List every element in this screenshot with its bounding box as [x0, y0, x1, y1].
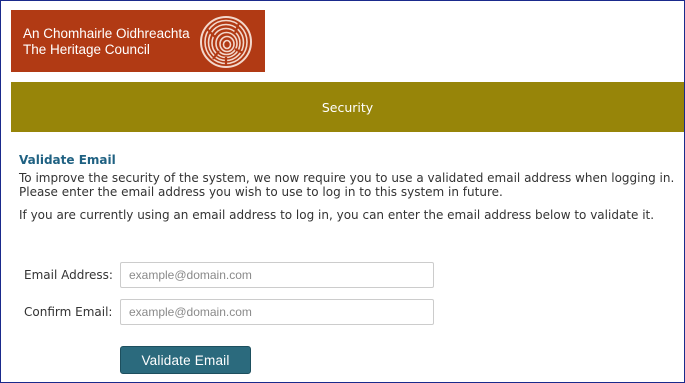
email-label: Email Address: [24, 268, 113, 282]
intro-line-2: Please enter the email address you wish … [19, 185, 503, 199]
confirm-email-row: Confirm Email: [24, 299, 434, 325]
confirm-email-label: Confirm Email: [24, 305, 113, 319]
email-field[interactable] [120, 262, 434, 288]
instruction-paragraph: If you are currently using an email addr… [19, 208, 655, 222]
confirm-email-field[interactable] [120, 299, 434, 325]
heritage-council-logo[interactable]: An Chomhairle Oidhreachta The Heritage C… [11, 10, 265, 72]
security-banner: Security [11, 82, 684, 132]
logo-line-irish: An Chomhairle Oidhreachta [23, 26, 190, 41]
intro-line-1: To improve the security of the system, w… [19, 171, 675, 185]
validate-email-button[interactable]: Validate Email [120, 346, 251, 374]
intro-paragraph: To improve the security of the system, w… [19, 171, 679, 199]
logo-line-english: The Heritage Council [23, 42, 150, 57]
banner-title: Security [321, 99, 374, 115]
page-frame: An Chomhairle Oidhreachta The Heritage C… [0, 0, 685, 383]
email-row: Email Address: [24, 262, 434, 288]
fingerprint-icon [200, 16, 252, 68]
logo-text: An Chomhairle Oidhreachta The Heritage C… [23, 26, 190, 58]
main-content: Validate Email To improve the security o… [19, 153, 679, 222]
section-heading: Validate Email [19, 153, 116, 167]
